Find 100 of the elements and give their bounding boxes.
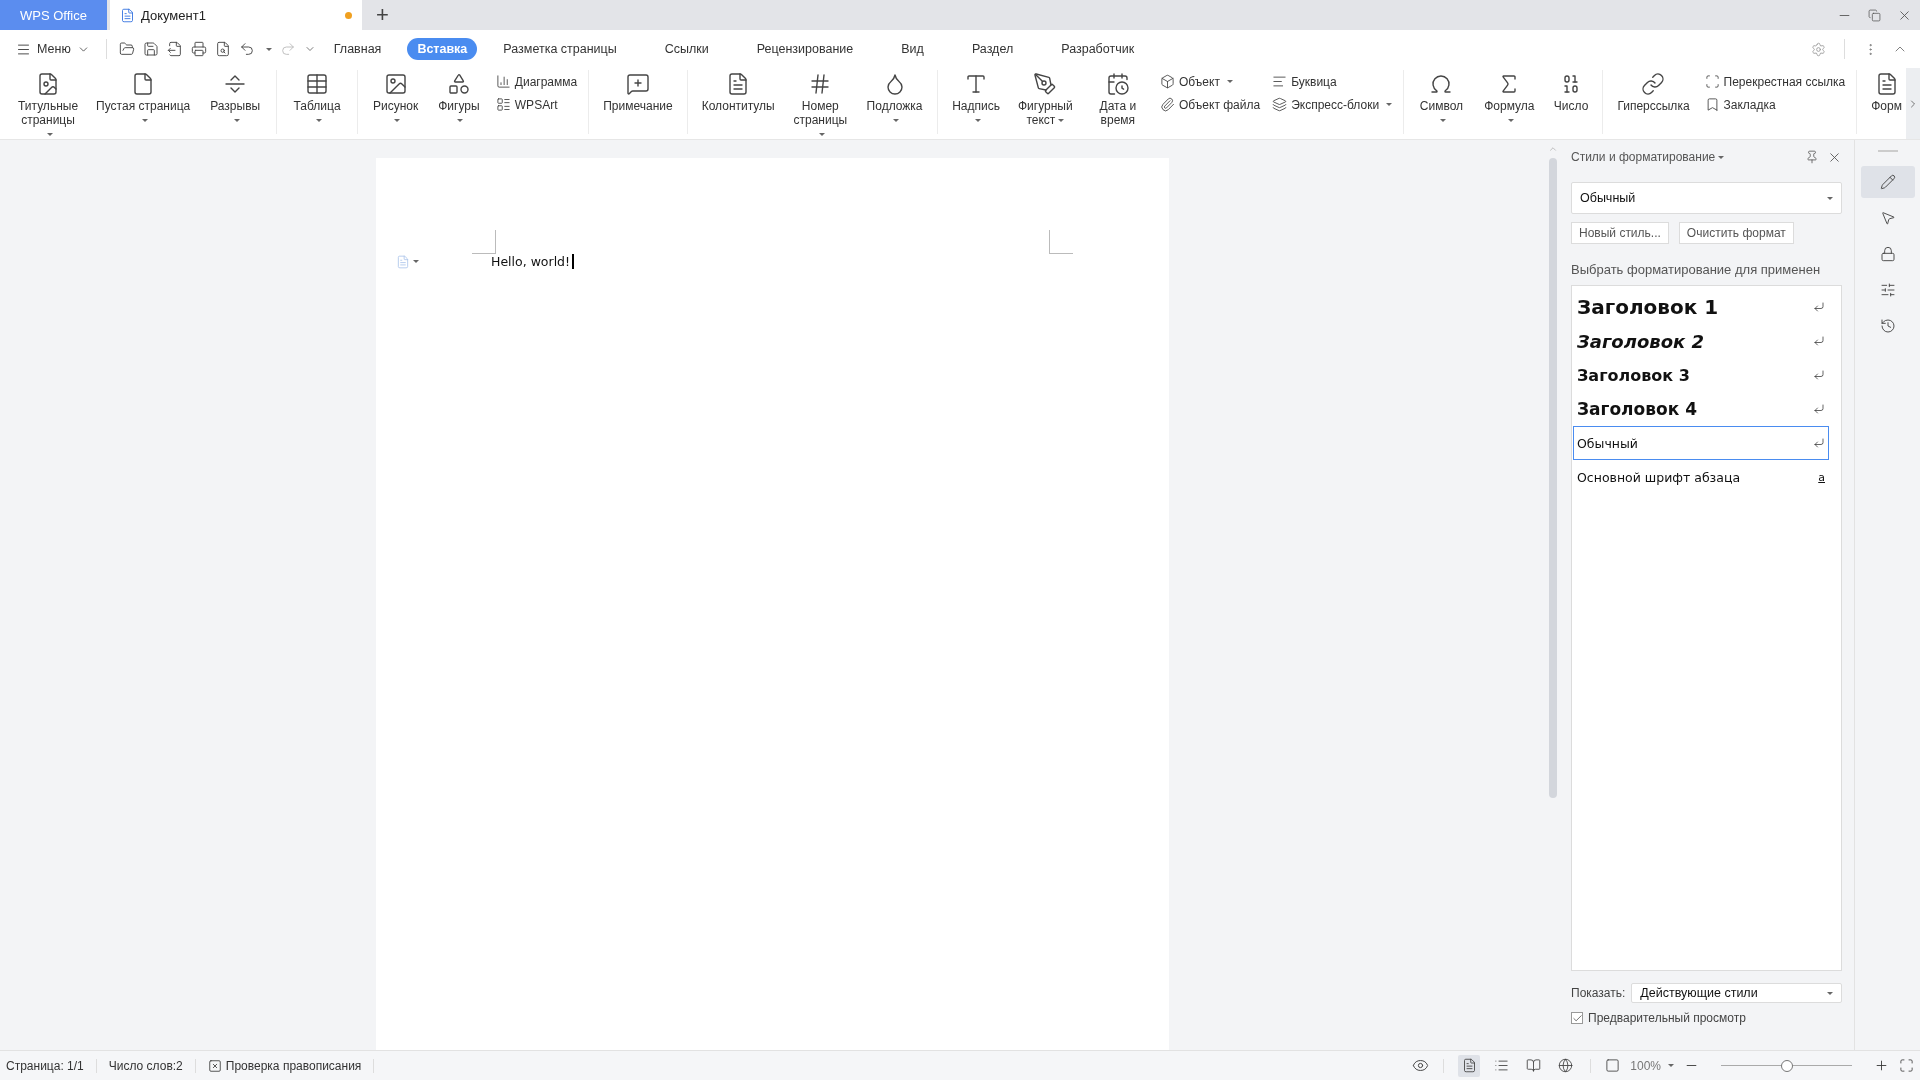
style-select[interactable]: Обычный <box>1571 182 1842 214</box>
ribbon-button[interactable]: Диаграмма <box>492 72 581 91</box>
zoom-in-icon[interactable] <box>1874 1058 1889 1073</box>
ribbon-button[interactable]: Форм <box>1865 70 1908 115</box>
spellcheck-icon <box>207 1058 222 1073</box>
pencil-icon <box>1879 174 1896 190</box>
show-select[interactable]: Действующие стили <box>1631 983 1842 1003</box>
show-label: Показать: <box>1571 986 1626 1000</box>
calendar-icon <box>1105 72 1130 96</box>
ribbon-button[interactable]: Фигурный текст <box>1012 70 1079 129</box>
menu-icon <box>16 41 31 57</box>
undo-caret-icon[interactable] <box>265 47 272 51</box>
page-count: Страница: 1/1 <box>6 1058 84 1073</box>
lock-icon <box>1879 246 1896 262</box>
ribbon-button[interactable]: Объект файла <box>1157 95 1264 114</box>
ribbon-button[interactable]: Разрывы <box>202 70 269 129</box>
ribbon-button[interactable]: Объект <box>1157 72 1264 91</box>
ribbon-button[interactable]: Перекрестная ссылка <box>1701 72 1849 91</box>
ribbon-button[interactable]: Фигуры <box>431 70 487 129</box>
zoom-select[interactable]: 100% <box>1630 1058 1674 1073</box>
ribbon-tab[interactable]: Разработчик <box>1051 38 1145 60</box>
ribbon-button[interactable]: WPSArt <box>492 95 581 114</box>
page-view-icon <box>1461 1058 1477 1073</box>
ribbon-button[interactable]: Буквица <box>1269 72 1396 91</box>
document-icon <box>120 7 135 23</box>
restore-icon[interactable] <box>1868 8 1881 22</box>
print-icon[interactable] <box>190 41 207 57</box>
export-icon[interactable] <box>166 41 183 57</box>
layers-icon <box>1272 97 1288 112</box>
ribbon-button[interactable]: Формула <box>1476 70 1542 129</box>
ribbon-button[interactable]: Подложка <box>859 70 930 129</box>
book-view-icon <box>1525 1058 1541 1073</box>
ribbon-button[interactable]: Таблица <box>285 70 350 129</box>
web-view-icon <box>1557 1058 1573 1073</box>
margin-mark <box>1049 230 1073 254</box>
frame-icon <box>1704 74 1720 89</box>
menu-button[interactable]: Меню <box>12 41 94 57</box>
return-icon <box>1813 335 1825 347</box>
new-tab-button[interactable]: + <box>362 0 403 30</box>
list-icon <box>495 97 511 112</box>
link-icon <box>1641 72 1666 96</box>
pen-icon <box>1033 72 1058 96</box>
ribbon-tab[interactable]: Рецензирование <box>746 38 864 60</box>
ribbon-button[interactable]: Символ <box>1412 70 1471 129</box>
return-icon <box>1813 369 1825 381</box>
text-cursor <box>572 254 575 269</box>
save-icon[interactable] <box>142 41 159 57</box>
sliders-icon <box>1879 282 1896 298</box>
history-icon <box>1879 318 1896 334</box>
omega-icon <box>1429 72 1454 96</box>
eye-icon[interactable] <box>1412 1057 1430 1074</box>
ribbon-tab[interactable]: Раздел <box>961 38 1024 60</box>
paperclip-icon <box>1160 97 1176 112</box>
ribbon-button[interactable]: Колонтитулы <box>695 70 781 115</box>
align-icon <box>1272 74 1288 89</box>
ribbon-button[interactable]: Закладка <box>1701 95 1849 114</box>
check-icon <box>1571 1012 1583 1024</box>
redo-icon[interactable] <box>279 41 296 57</box>
return-icon <box>1813 437 1825 449</box>
caret-icon <box>413 260 419 263</box>
outline-view-icon <box>1493 1058 1509 1073</box>
undo-icon[interactable] <box>238 41 255 57</box>
preview-checkbox[interactable]: Предварительный просмотр <box>1571 1011 1842 1025</box>
ribbon-button[interactable]: Примечание <box>597 70 679 115</box>
pin-icon[interactable] <box>1805 150 1819 164</box>
ribbon-tab[interactable]: Разметка страницы <box>493 38 627 60</box>
style-item[interactable]: Обычный <box>1573 426 1829 460</box>
ribbon-button[interactable]: Надпись <box>946 70 1006 129</box>
prompt-label: Выбрать форматирование для применен <box>1571 262 1822 277</box>
return-icon <box>1813 301 1825 313</box>
ribbon-tab[interactable]: Вид <box>891 38 934 60</box>
table-icon <box>305 72 330 96</box>
pencil-button[interactable] <box>1860 166 1915 198</box>
bar-chart-icon <box>495 74 511 89</box>
ribbon-button[interactable]: Гиперссылка <box>1611 70 1696 115</box>
fit-page-icon[interactable] <box>1605 1058 1621 1073</box>
word-count: Число слов:2 <box>108 1058 183 1073</box>
comment-icon <box>625 72 650 96</box>
ribbon-button[interactable]: Экспресс-блоки <box>1269 95 1396 114</box>
open-folder-icon[interactable] <box>118 41 135 57</box>
panel-button[interactable]: Очистить формат <box>1678 222 1794 244</box>
settings-icon[interactable] <box>1811 41 1826 57</box>
unsaved-dot <box>345 11 352 19</box>
spellcheck-button[interactable]: Проверка правописания <box>207 1058 362 1073</box>
panel-title[interactable]: Стили и форматирование <box>1571 150 1797 164</box>
ribbon-button[interactable]: Число <box>1547 70 1595 115</box>
page-view-button[interactable] <box>1458 1054 1481 1077</box>
panel-button[interactable]: Новый стиль... <box>1571 222 1669 244</box>
ribbon-tab[interactable]: Ссылки <box>654 38 719 60</box>
ribbon-button[interactable]: Пустая страница <box>90 70 197 129</box>
ribbon-button[interactable]: Дата и время <box>1084 70 1152 129</box>
pointer-icon <box>1879 210 1896 226</box>
ribbon-tab[interactable]: Главная <box>323 38 392 60</box>
cube-icon <box>1160 74 1176 89</box>
shapes-icon <box>446 72 471 96</box>
document-tab[interactable]: Документ1 <box>110 0 362 30</box>
picture-icon <box>383 72 408 96</box>
print-preview-icon[interactable] <box>214 41 231 57</box>
fullscreen-icon[interactable] <box>1899 1058 1914 1073</box>
ribbon-button[interactable]: Рисунок <box>366 70 426 129</box>
